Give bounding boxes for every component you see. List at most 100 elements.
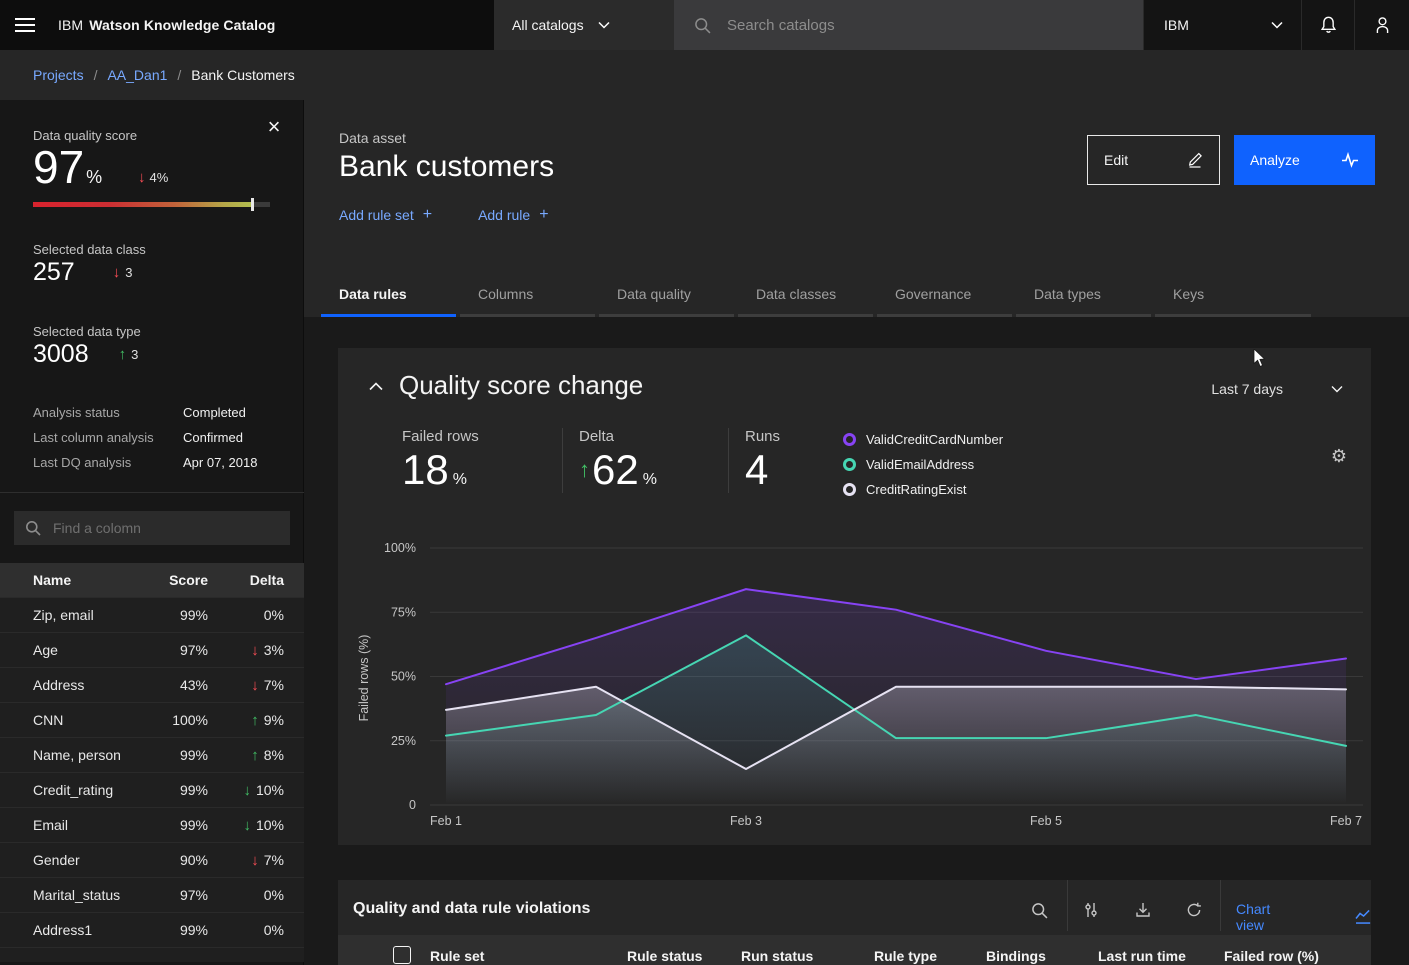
stat-number: 62 [592,447,639,493]
detail-label: Last column analysis [33,430,183,445]
search-icon [694,17,711,34]
table-row-partial [0,947,304,962]
cell-delta: ↓7% [208,852,284,868]
gradient-remainder [254,202,270,207]
time-range-dropdown[interactable]: Last 7 days [1211,381,1343,397]
catalog-search [674,0,1143,50]
breadcrumb-project[interactable]: AA_Dan1 [107,67,167,83]
legend-item-valid-email[interactable]: ValidEmailAddress [843,457,1003,472]
catalog-selector-label: All catalogs [512,17,584,33]
violations-card: Quality and data rule violations Chart v… [338,880,1371,965]
tab-data-quality[interactable]: Data quality [599,280,734,317]
cell-delta: ↑8% [208,747,284,763]
header-rule-set: Rule set [430,948,484,964]
catalog-selector-dropdown[interactable]: All catalogs [494,0,674,50]
table-row[interactable]: CNN 100% ↑9% [0,702,304,737]
legend-label: ValidEmailAddress [866,457,974,472]
delta-value: 7% [264,852,284,868]
tab-columns[interactable]: Columns [460,280,595,317]
legend-item-credit-rating[interactable]: CreditRatingExist [843,482,1003,497]
table-row[interactable]: Zip, email 99% 0% [0,597,304,632]
delta-value: 9% [264,712,284,728]
tab-data-classes[interactable]: Data classes [738,280,873,317]
select-all-checkbox[interactable] [393,946,411,964]
gradient-fill [33,202,251,207]
stat-delta: Delta ↑ 62 % [562,428,728,493]
breadcrumb-separator: / [94,67,98,83]
divider [1220,880,1221,931]
search-icon[interactable] [1026,897,1052,923]
stat-runs: Runs 4 [728,428,824,493]
cell-name: Gender [33,852,150,868]
detail-value: Confirmed [183,430,243,445]
breadcrumb: Projects / AA_Dan1 / Bank Customers [0,50,1409,100]
delta-arrow-icon: ↓ [243,818,251,833]
detail-row: Last DQ analysis Apr 07, 2018 [33,450,283,475]
tab-data-types[interactable]: Data types [1016,280,1151,317]
add-rule-set-link[interactable]: Add rule set + [339,206,432,224]
cell-name: Address1 [33,922,150,938]
chart-view-toggle[interactable]: Chart view [1236,901,1371,933]
data-type-number: 3008 [33,340,89,369]
asset-tabs: Data rules Columns Data quality Data cla… [321,280,1311,317]
search-input[interactable] [725,16,1089,35]
tab-governance[interactable]: Governance [877,280,1012,317]
add-rule-link[interactable]: Add rule + [478,206,549,224]
divider [0,492,304,493]
filter-adjust-icon[interactable] [1078,897,1104,923]
detail-value: Completed [183,405,246,420]
account-label: IBM [1164,17,1189,33]
breadcrumb-projects[interactable]: Projects [33,67,84,83]
chart-view-icon [1355,909,1371,925]
table-row[interactable]: Gender 90% ↓7% [0,842,304,877]
delta-value: 10% [256,782,284,798]
header-rule-type: Rule type [874,948,937,964]
user-profile-button[interactable] [1354,0,1409,50]
analyze-button[interactable]: Analyze [1234,135,1375,185]
table-row[interactable]: Age 97% ↓3% [0,632,304,667]
asset-header: Data asset Bank customers Add rule set +… [304,100,1409,317]
quality-score-unit: % [86,167,102,188]
table-row[interactable]: Address1 99% 0% [0,912,304,947]
legend-label: CreditRatingExist [866,482,966,497]
delta-value: 7% [264,677,284,693]
user-icon [1374,16,1391,34]
table-row[interactable]: Credit_rating 99% ↓10% [0,772,304,807]
cell-delta: ↓10% [208,782,284,798]
page-title: Bank customers [339,150,554,184]
account-dropdown[interactable]: IBM [1143,0,1301,50]
restart-icon[interactable] [1181,897,1207,923]
find-column-input[interactable] [51,519,275,537]
data-class-delta-value: 3 [125,265,132,280]
tab-data-rules[interactable]: Data rules [321,280,456,317]
breadcrumb-separator: / [177,67,181,83]
cell-name: CNN [33,712,150,728]
header-bindings: Bindings [986,948,1046,964]
table-row[interactable]: Email 99% ↓10% [0,807,304,842]
close-icon[interactable]: × [261,114,287,140]
legend-ring-icon [843,458,856,471]
cell-name: Address [33,677,150,693]
app-brand: IBM Watson Knowledge Catalog [58,0,275,50]
download-icon[interactable] [1130,897,1156,923]
delta-up-arrow-icon: ↑ [579,457,590,483]
gear-icon[interactable]: ⚙ [1331,446,1347,467]
quality-score-change-card: Quality score change Last 7 days Failed … [338,348,1371,845]
cell-name: Email [33,817,150,833]
legend-item-valid-credit-card[interactable]: ValidCreditCardNumber [843,432,1003,447]
svg-text:50%: 50% [391,670,416,684]
hamburger-menu-icon[interactable] [0,0,50,50]
delta-value: 10% [256,817,284,833]
edit-button[interactable]: Edit [1087,135,1220,185]
header-name: Name [33,572,150,588]
table-row[interactable]: Address 43% ↓7% [0,667,304,702]
table-row[interactable]: Marital_status 97% 0% [0,877,304,912]
collapse-chevron-up-icon[interactable] [366,376,386,396]
delta-down-arrow-icon: ↓ [138,170,146,185]
notifications-button[interactable] [1301,0,1355,50]
svg-text:Failed rows (%): Failed rows (%) [357,635,371,722]
breadcrumb-current: Bank Customers [191,67,294,83]
table-row[interactable]: Name, person 99% ↑8% [0,737,304,772]
tab-keys[interactable]: Keys [1155,280,1311,317]
svg-text:0: 0 [409,798,416,812]
